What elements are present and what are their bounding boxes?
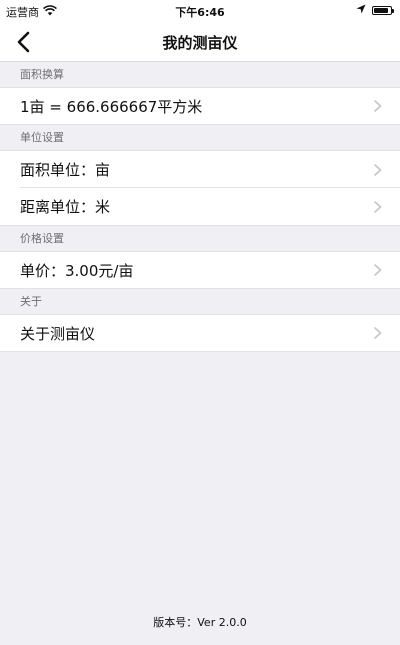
version-label: 版本号：Ver 2.0.0	[153, 616, 247, 629]
section-header-price-settings: 价格设置	[0, 226, 400, 251]
navigation-bar: 我的测亩仪	[0, 22, 400, 62]
row-label: 1亩 = 666.666667平方米	[20, 97, 203, 116]
row-about[interactable]: 关于测亩仪	[0, 314, 400, 352]
row-area-conversion[interactable]: 1亩 = 666.666667平方米	[0, 87, 400, 125]
row-unit-price[interactable]: 单价：3.00元/亩	[0, 251, 400, 289]
chevron-right-icon	[374, 327, 382, 339]
page-title: 我的测亩仪	[162, 34, 238, 52]
chevron-right-icon	[374, 163, 382, 176]
row-label: 单价：3.00元/亩	[20, 261, 134, 280]
battery-icon	[372, 6, 394, 15]
status-bar: 运营商 下午6:46	[0, 0, 400, 22]
section-header-area-conversion: 面积换算	[0, 62, 400, 87]
row-distance-unit[interactable]: 距离单位：米	[0, 188, 400, 226]
location-arrow-icon	[356, 4, 366, 17]
settings-list: 面积换算 1亩 = 666.666667平方米 单位设置 面积单位：亩 距离单位…	[0, 62, 400, 352]
chevron-right-icon	[374, 264, 382, 276]
row-label: 关于测亩仪	[20, 324, 96, 343]
section-header-unit-settings: 单位设置	[0, 125, 400, 150]
row-area-unit[interactable]: 面积单位：亩	[0, 150, 400, 188]
battery-level	[374, 8, 389, 13]
status-right	[356, 4, 394, 17]
row-label: 面积单位：亩	[20, 161, 111, 179]
chevron-right-icon	[374, 200, 382, 213]
chevron-right-icon	[374, 100, 382, 112]
section-header-about: 关于	[0, 289, 400, 314]
row-label: 距离单位：米	[20, 198, 111, 216]
status-time: 下午6:46	[175, 6, 225, 19]
